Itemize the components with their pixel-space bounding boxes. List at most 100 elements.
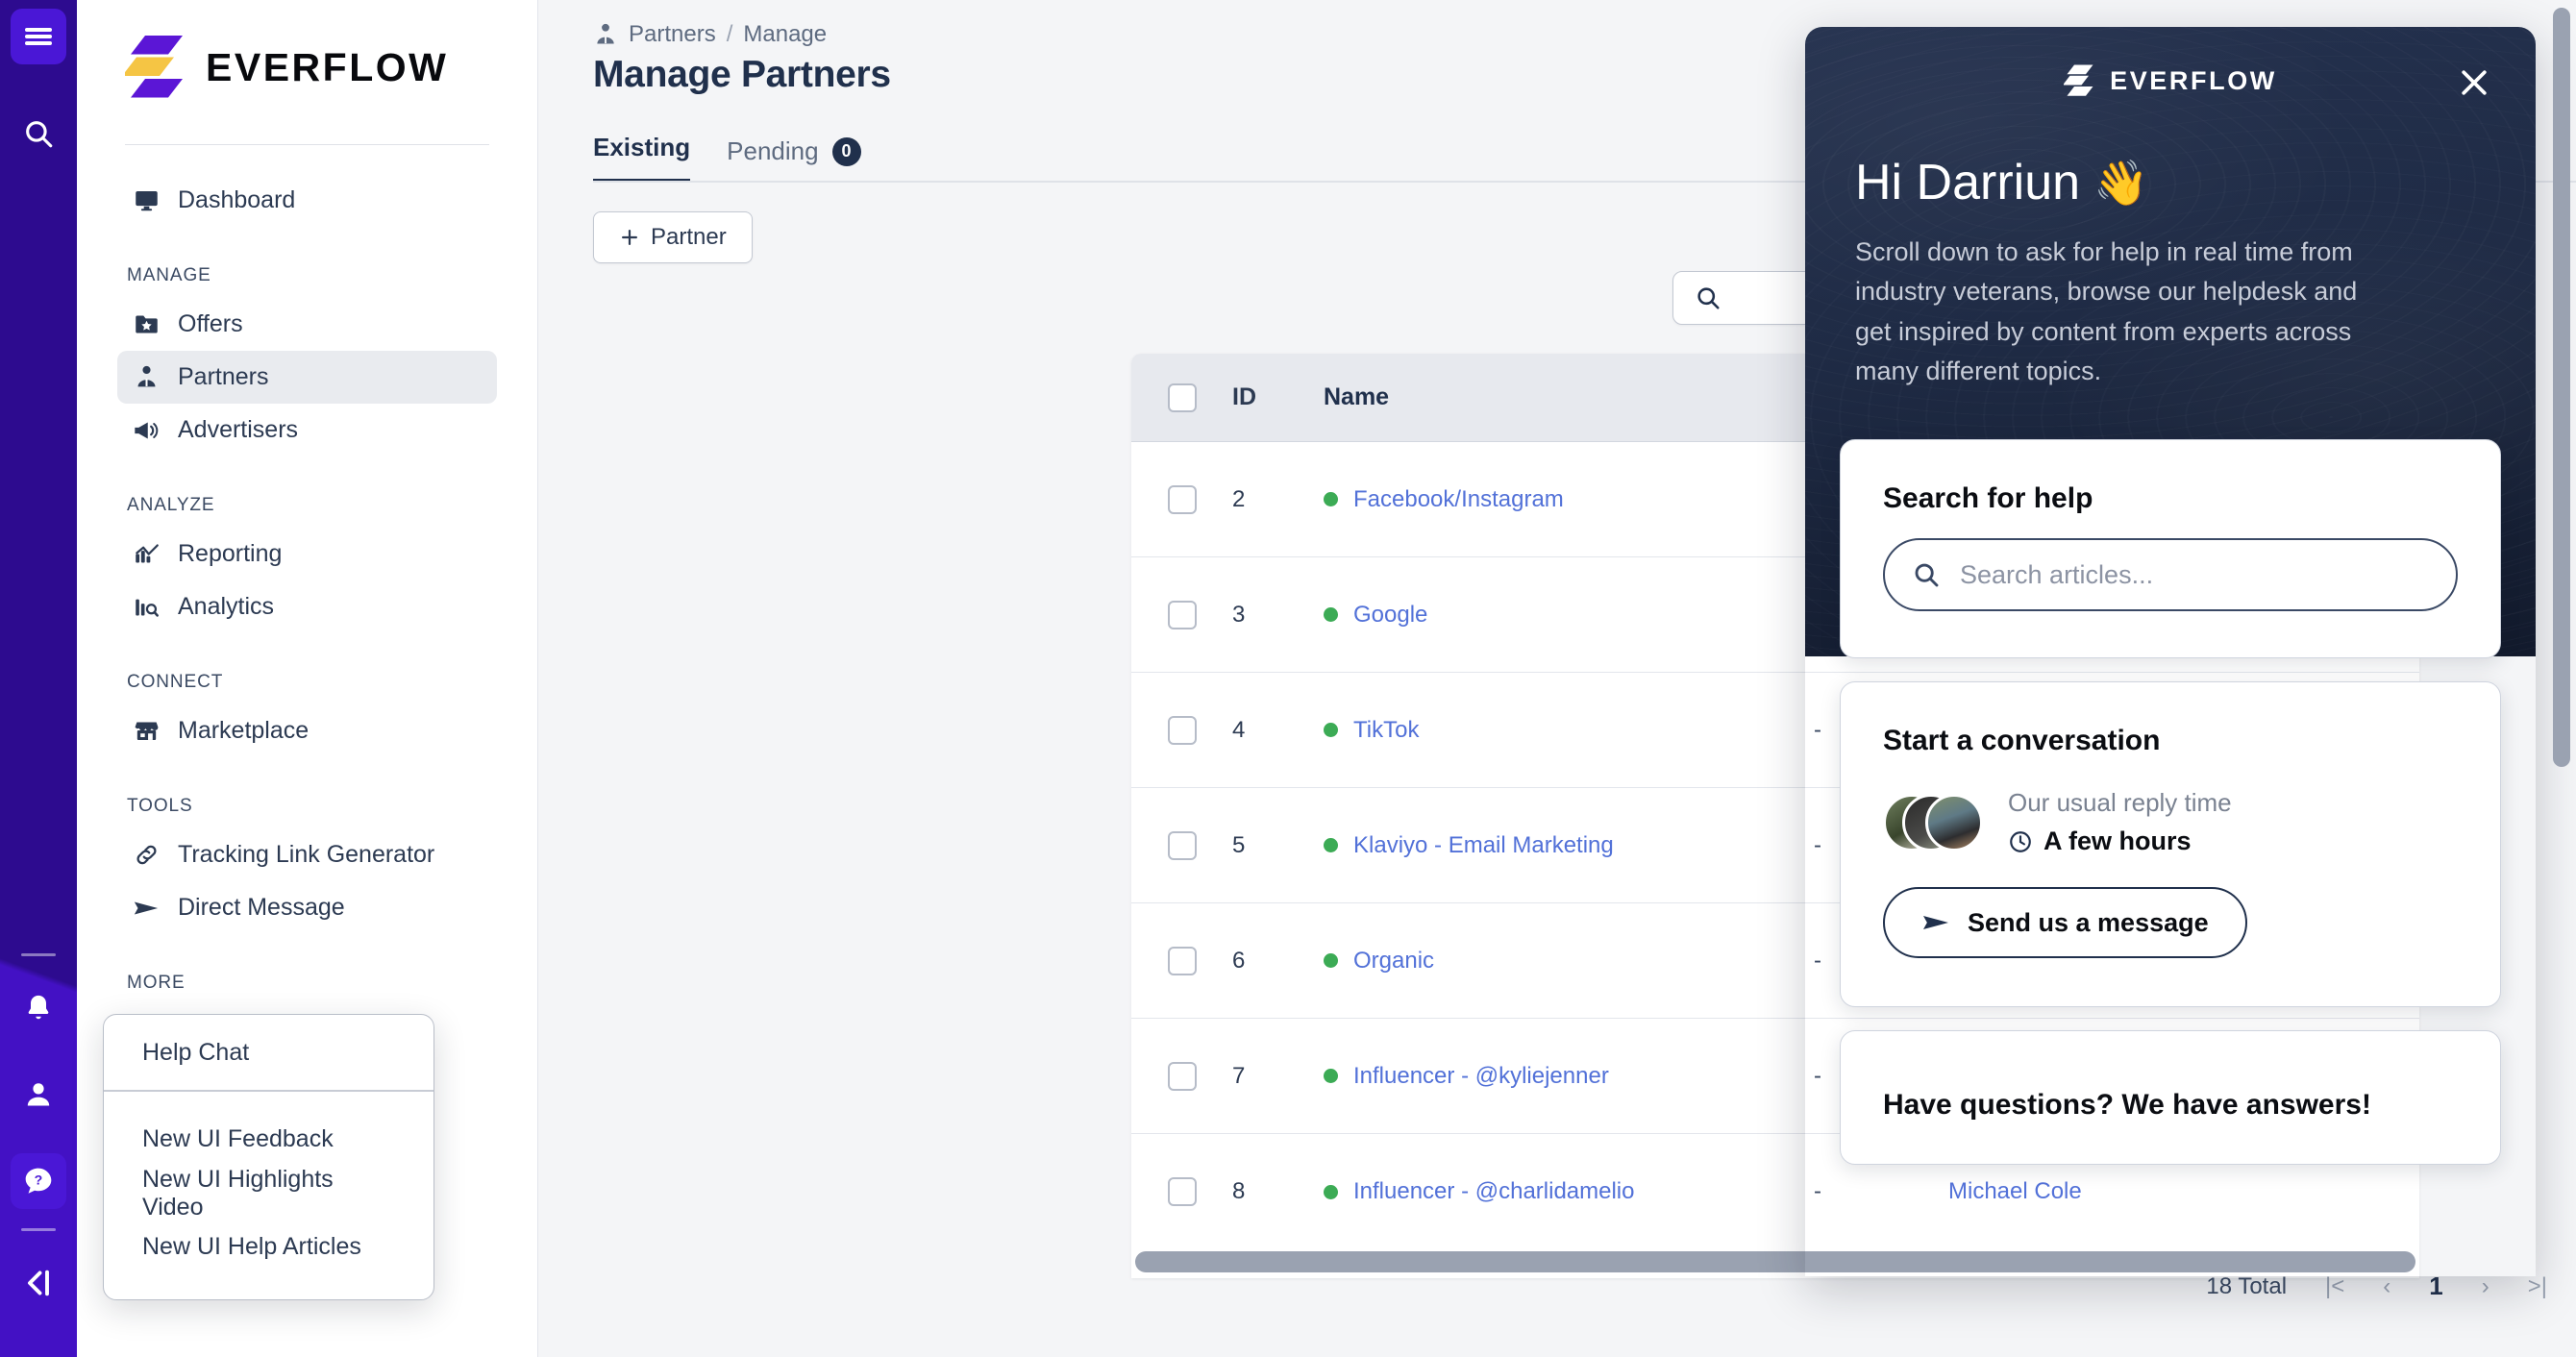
row-checkbox[interactable]	[1168, 1062, 1197, 1091]
cell-id: 7	[1232, 1063, 1324, 1090]
partner-name-link[interactable]: Google	[1353, 602, 1427, 629]
popover-item-help-chat[interactable]: Help Chat	[104, 1015, 433, 1090]
storefront-icon	[133, 718, 160, 745]
help-chat-button[interactable]: ?	[11, 1153, 66, 1209]
sidebar-item-dashboard[interactable]: Dashboard	[117, 174, 497, 227]
sidebar-item-direct-message[interactable]: Direct Message	[117, 881, 497, 934]
row-checkbox[interactable]	[1168, 947, 1197, 975]
add-partner-label: Partner	[651, 224, 727, 251]
chat-intro-text: Scroll down to ask for help in real time…	[1805, 211, 2440, 391]
row-checkbox[interactable]	[1168, 601, 1197, 629]
cell-name: Facebook/Instagram	[1324, 486, 1814, 513]
cell-name: Google	[1324, 602, 1814, 629]
send-message-button[interactable]: Send us a message	[1883, 887, 2247, 958]
close-icon	[2455, 63, 2493, 102]
sidebar-item-label: Reporting	[178, 540, 282, 568]
bell-icon	[23, 993, 54, 1024]
tab-label: Pending	[727, 136, 818, 166]
sidebar-group-more: MORE	[117, 973, 497, 994]
row-select-cell[interactable]	[1131, 1062, 1232, 1091]
sidebar-group-analyze: ANALYZE	[117, 495, 497, 516]
chat-topbar: EVERFLOW	[1805, 27, 2536, 135]
sidebar-item-analytics[interactable]: Analytics	[117, 580, 497, 633]
icon-rail: ?	[0, 0, 77, 1357]
row-select-cell[interactable]	[1131, 947, 1232, 975]
tab-pending[interactable]: Pending 0	[727, 136, 860, 183]
partner-name-link[interactable]: Influencer - @charlidamelio	[1353, 1178, 1635, 1205]
account-button[interactable]	[11, 1067, 66, 1123]
sidebar-item-marketplace[interactable]: Marketplace	[117, 704, 497, 757]
row-select-cell[interactable]	[1131, 831, 1232, 860]
column-header-name[interactable]: Name	[1324, 383, 1814, 411]
sidebar-item-label: Partners	[178, 363, 268, 391]
cell-name: TikTok	[1324, 717, 1814, 744]
pagination-last-button[interactable]: >|	[2528, 1273, 2547, 1300]
row-checkbox[interactable]	[1168, 831, 1197, 860]
start-conversation-title: Start a conversation	[1883, 725, 2458, 757]
rail-divider-top	[21, 953, 56, 956]
user-icon	[23, 1079, 54, 1110]
partner-icon	[593, 22, 618, 47]
cell-id: 8	[1232, 1178, 1324, 1205]
popover-item-new-ui-highlights-video[interactable]: New UI Highlights Video	[104, 1167, 433, 1221]
tab-existing[interactable]: Existing	[593, 133, 690, 183]
sidebar-item-partners[interactable]: Partners	[117, 351, 497, 404]
cell-name: Organic	[1324, 948, 1814, 975]
row-checkbox[interactable]	[1168, 485, 1197, 514]
row-select-cell[interactable]	[1131, 601, 1232, 629]
menu-toggle-button[interactable]	[11, 9, 66, 64]
pagination-next-button[interactable]: ›	[2482, 1273, 2489, 1300]
brand-divider	[125, 144, 489, 145]
help-chat-panel: EVERFLOW Hi Darriun 👋 Scroll down to ask…	[1805, 27, 2536, 1276]
collapse-sidebar-button[interactable]	[11, 1255, 66, 1311]
cell-id: 4	[1232, 717, 1324, 744]
clock-icon	[2008, 829, 2033, 854]
sidebar-item-advertisers[interactable]: Advertisers	[117, 404, 497, 456]
search-articles-field[interactable]: Search articles...	[1883, 538, 2458, 611]
pagination-first-button[interactable]: |<	[2325, 1273, 2344, 1300]
row-select-cell[interactable]	[1131, 716, 1232, 745]
cell-id: 5	[1232, 832, 1324, 859]
sidebar-item-reporting[interactable]: Reporting	[117, 528, 497, 580]
page-scrollbar-thumb[interactable]	[2553, 8, 2570, 767]
add-partner-button[interactable]: Partner	[593, 211, 753, 263]
send-message-label: Send us a message	[1968, 908, 2209, 938]
row-select-cell[interactable]	[1131, 1177, 1232, 1206]
partner-name-link[interactable]: Facebook/Instagram	[1353, 486, 1564, 513]
sidebar-item-offers[interactable]: Offers	[117, 298, 497, 351]
waving-hand-icon: 👋	[2093, 157, 2148, 210]
partner-name-link[interactable]: Influencer - @kyliejenner	[1353, 1063, 1609, 1090]
select-all-checkbox[interactable]	[1168, 383, 1197, 412]
paper-plane-icon	[133, 895, 160, 922]
chat-brand-name: EVERFLOW	[2110, 66, 2277, 96]
start-conversation-card: Start a conversation Our usual reply tim…	[1840, 681, 2501, 1007]
partner-name-link[interactable]: Klaviyo - Email Marketing	[1353, 832, 1614, 859]
row-checkbox[interactable]	[1168, 1177, 1197, 1206]
partner-name-link[interactable]: Organic	[1353, 948, 1434, 975]
popover-item-new-ui-help-articles[interactable]: New UI Help Articles	[104, 1221, 433, 1274]
sidebar-item-tracking-link-generator[interactable]: Tracking Link Generator	[117, 828, 497, 881]
partner-icon	[133, 364, 160, 391]
brand-logo[interactable]: EVERFLOW	[77, 0, 537, 102]
chat-close-button[interactable]	[2455, 63, 2493, 102]
cell-id: 2	[1232, 486, 1324, 513]
column-header-id[interactable]: ID	[1232, 383, 1324, 411]
row-select-cell[interactable]	[1131, 485, 1232, 514]
monitor-icon	[133, 187, 160, 214]
pagination-prev-button[interactable]: ‹	[2383, 1273, 2390, 1300]
folder-star-icon	[133, 311, 160, 338]
brand-name: EVERFLOW	[206, 45, 448, 90]
select-all-cell[interactable]	[1131, 383, 1232, 412]
sidebar-item-label: Dashboard	[178, 186, 295, 214]
row-checkbox[interactable]	[1168, 716, 1197, 745]
notifications-button[interactable]	[11, 980, 66, 1036]
sidebar-item-label: Marketplace	[178, 717, 309, 745]
app-root: ? EVERFLOW	[0, 0, 2576, 1357]
rail-search-button[interactable]	[11, 106, 66, 161]
search-help-card: Search for help Search articles...	[1840, 439, 2501, 658]
svg-text:?: ?	[35, 1173, 43, 1189]
breadcrumb-root[interactable]: Partners	[629, 21, 716, 48]
partner-name-link[interactable]: TikTok	[1353, 717, 1419, 744]
popover-item-new-ui-feedback[interactable]: New UI Feedback	[104, 1113, 433, 1167]
reply-time-value: A few hours	[2043, 827, 2192, 856]
